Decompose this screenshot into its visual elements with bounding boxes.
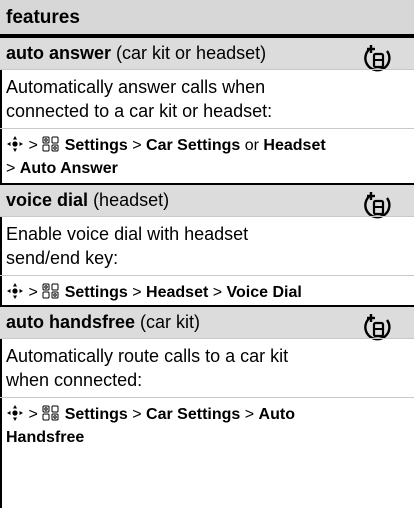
feature-name: voice dial — [6, 190, 89, 210]
menu-path: > Settings > Headset > Voice Dial — [0, 275, 414, 305]
path-separator: > — [240, 406, 259, 423]
description-line: when connected: — [6, 370, 143, 390]
feature-qualifier: (headset) — [93, 190, 170, 210]
table-header-title: features — [6, 7, 80, 28]
description-line: connected to a car kit or headset: — [6, 101, 273, 121]
path-separator: > — [127, 137, 147, 154]
feature-description: Automatically route calls to a car kit wh… — [0, 338, 414, 397]
nav-key-icon — [6, 404, 24, 422]
path-separator: > — [208, 284, 227, 301]
description-line: Automatically route calls to a car kit — [6, 346, 289, 366]
feature-qualifier: (car kit or headset) — [116, 43, 267, 63]
feature-qualifier: (car kit) — [140, 312, 201, 332]
settings-icon — [42, 405, 60, 421]
menu-item: Headset — [263, 137, 326, 154]
menu-path-line: > Settings > Headset > Voice Dial — [6, 281, 414, 304]
path-separator: > — [24, 406, 43, 423]
table-header: features — [0, 0, 414, 36]
description-line: send/end key: — [6, 248, 119, 268]
nav-key-icon — [6, 282, 24, 300]
path-separator: > — [127, 406, 147, 423]
feature-title-row: auto handsfree (car kit) — [0, 305, 414, 338]
feature-table: features auto answer (car kit or headset… — [0, 0, 414, 508]
menu-item: Headset — [146, 284, 209, 301]
feature-title-row: voice dial (headset) — [0, 183, 414, 216]
menu-path-line: > Settings > Car Settings or Headset — [6, 134, 414, 157]
path-separator: > — [24, 137, 43, 154]
menu-item: Settings — [64, 284, 128, 301]
menu-item: Car Settings — [146, 137, 241, 154]
menu-path-line: > Auto Answer — [6, 157, 414, 180]
menu-path: > Settings > Car Settings or Headset > Au… — [0, 128, 414, 183]
nav-key-icon — [6, 135, 24, 153]
feature-name: auto answer — [6, 43, 112, 63]
path-separator: > — [6, 160, 20, 177]
menu-path: > Settings > Car Settings > Auto Handsfre… — [0, 397, 414, 472]
feature-title-row: auto answer (car kit or headset) — [0, 36, 414, 69]
description-line: Enable voice dial with headset — [6, 224, 249, 244]
settings-icon — [42, 136, 60, 152]
path-separator: > — [24, 284, 43, 301]
menu-item: Settings — [64, 406, 128, 423]
menu-item: Settings — [64, 137, 128, 154]
menu-item: Auto — [258, 406, 295, 423]
settings-icon — [42, 283, 60, 299]
menu-item: Voice Dial — [226, 284, 302, 301]
menu-item: Auto Answer — [19, 160, 118, 177]
feature-name: auto handsfree — [6, 312, 136, 332]
description-line: Automatically answer calls when — [6, 77, 266, 97]
menu-path-line: Handsfree — [6, 426, 414, 449]
feature-description: Automatically answer calls when connected… — [0, 69, 414, 128]
menu-item: Handsfree — [6, 429, 85, 446]
menu-path-line: > Settings > Car Settings > Auto — [6, 403, 414, 426]
menu-item: Car Settings — [146, 406, 241, 423]
path-separator: > — [127, 284, 147, 301]
feature-description: Enable voice dial with headset send/end k… — [0, 216, 414, 275]
path-separator: or — [240, 137, 264, 154]
